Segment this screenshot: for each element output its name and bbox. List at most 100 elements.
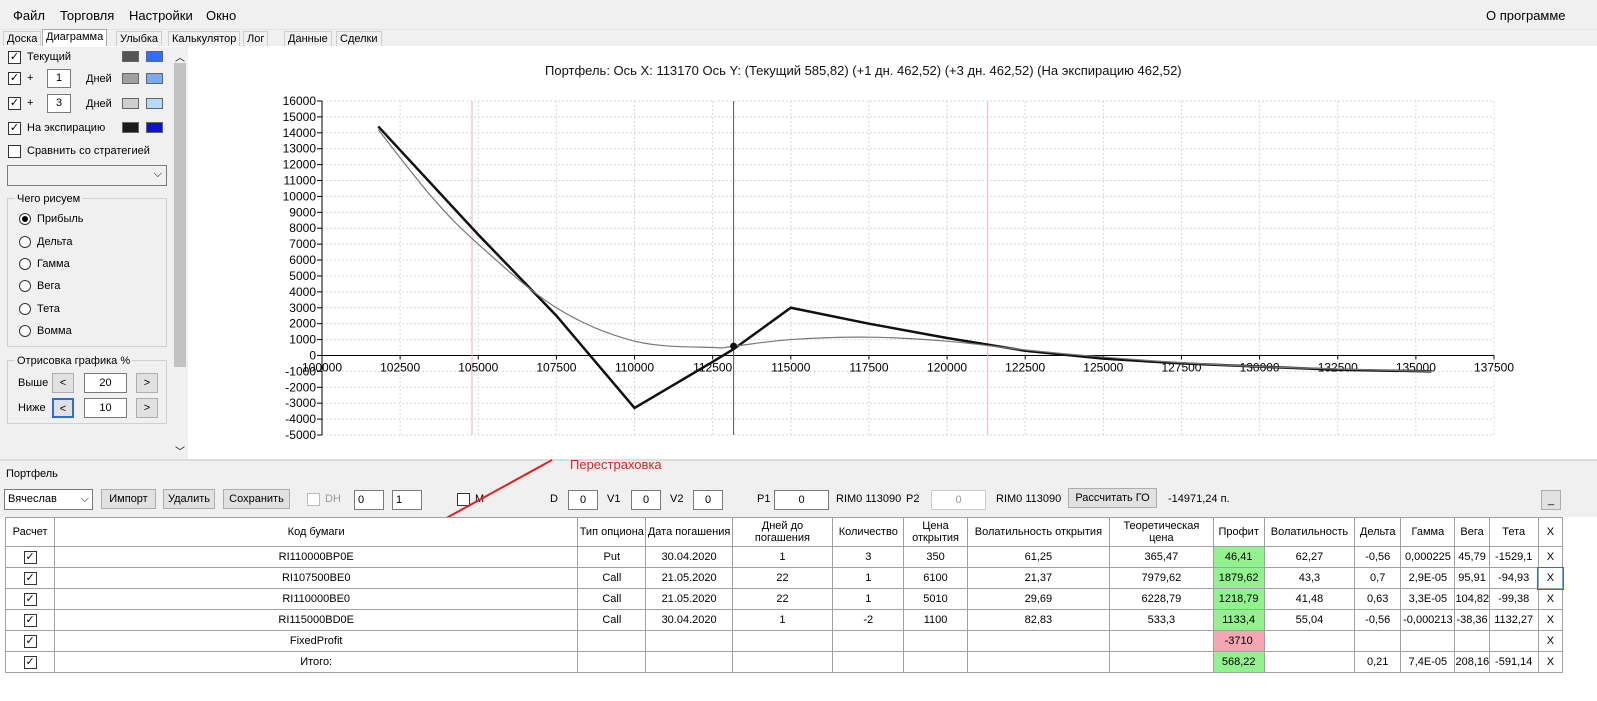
days1-input[interactable]: 1 bbox=[47, 69, 71, 88]
table-cell[interactable]: 3,3E-05 bbox=[1400, 588, 1456, 610]
tab-board[interactable]: Доска bbox=[3, 31, 42, 46]
calc-checkbox-cell[interactable]: ✓ bbox=[4, 546, 56, 568]
scroll-thumb[interactable] bbox=[174, 63, 186, 367]
table-cell[interactable]: 1132,27 bbox=[1488, 609, 1539, 631]
table-cell[interactable]: 533,3 bbox=[1109, 609, 1214, 631]
column-header[interactable]: X bbox=[1537, 517, 1564, 547]
column-header[interactable]: Дата погашения bbox=[645, 517, 733, 547]
calc-checkbox-cell[interactable]: ✓ bbox=[4, 630, 56, 652]
column-header[interactable]: Дельта bbox=[1354, 517, 1402, 547]
table-cell[interactable]: -591,14 bbox=[1488, 651, 1539, 673]
plus3-color-swatch-2[interactable] bbox=[146, 98, 163, 109]
menu-window[interactable]: Окно bbox=[206, 8, 236, 23]
table-cell[interactable]: 45,79 bbox=[1454, 546, 1490, 568]
plus3-checkbox[interactable]: ✓ bbox=[8, 97, 21, 110]
table-cell[interactable]: 2,9E-05 bbox=[1400, 567, 1456, 589]
table-cell[interactable]: 95,91 bbox=[1454, 567, 1490, 589]
table-cell[interactable]: RI110000BP0E bbox=[54, 546, 579, 568]
column-header[interactable]: Дней до погашения bbox=[731, 517, 834, 547]
table-cell[interactable]: 350 bbox=[903, 546, 968, 568]
table-cell[interactable]: Итого: bbox=[54, 651, 579, 673]
p1-input[interactable]: 0 bbox=[774, 490, 829, 510]
column-header[interactable]: Код бумаги bbox=[54, 517, 579, 547]
minimize-button[interactable]: _ bbox=[1541, 490, 1561, 510]
expiry-checkbox[interactable]: ✓ bbox=[8, 122, 21, 135]
table-cell[interactable]: 0,7 bbox=[1354, 567, 1402, 589]
table-cell[interactable]: 1 bbox=[832, 567, 905, 589]
table-cell[interactable]: 1 bbox=[731, 546, 834, 568]
column-header[interactable]: Теоретическая цена bbox=[1109, 517, 1214, 547]
column-header[interactable]: Волатильность bbox=[1263, 517, 1356, 547]
strategy-select[interactable]: ⌵ bbox=[7, 165, 167, 186]
table-cell[interactable] bbox=[966, 651, 1111, 673]
above-decrease-button[interactable]: < bbox=[52, 373, 74, 393]
table-cell[interactable]: 30.04.2020 bbox=[645, 609, 733, 631]
column-header[interactable]: Гамма bbox=[1400, 517, 1456, 547]
v2-input[interactable]: 0 bbox=[693, 490, 723, 510]
table-cell[interactable]: FixedProfit bbox=[54, 630, 579, 652]
table-cell[interactable]: -0,000213 bbox=[1400, 609, 1456, 631]
table-cell[interactable] bbox=[1454, 630, 1490, 652]
table-cell[interactable] bbox=[903, 651, 968, 673]
plus3-color-swatch[interactable] bbox=[122, 98, 139, 109]
table-cell[interactable] bbox=[903, 630, 968, 652]
table-cell[interactable]: 62,27 bbox=[1263, 546, 1356, 568]
expiry-color-swatch[interactable] bbox=[122, 122, 139, 133]
below-input[interactable]: 10 bbox=[84, 398, 127, 418]
remove-row-button[interactable]: X bbox=[1537, 588, 1564, 610]
radio-profit[interactable] bbox=[19, 213, 31, 225]
table-cell[interactable]: 55,04 bbox=[1263, 609, 1356, 631]
radio-gamma[interactable] bbox=[19, 258, 31, 270]
table-cell[interactable] bbox=[577, 651, 647, 673]
table-cell[interactable]: 7,4E-05 bbox=[1400, 651, 1456, 673]
current-checkbox[interactable]: ✓ bbox=[8, 51, 21, 64]
tab-trades[interactable]: Сделки bbox=[336, 31, 382, 46]
tab-calculator[interactable]: Калькулятор bbox=[168, 31, 241, 46]
tab-data[interactable]: Данные bbox=[284, 31, 332, 46]
delete-button[interactable]: Удалить bbox=[163, 489, 215, 509]
calc-checkbox[interactable]: ✓ bbox=[23, 655, 37, 669]
table-cell[interactable]: 22 bbox=[731, 567, 834, 589]
table-cell[interactable]: -94,93 bbox=[1488, 567, 1539, 589]
remove-row-button[interactable]: X bbox=[1537, 651, 1564, 673]
table-cell[interactable]: 1218,79 bbox=[1212, 588, 1265, 610]
calc-checkbox-cell[interactable]: ✓ bbox=[4, 567, 56, 589]
table-cell[interactable]: 365,47 bbox=[1109, 546, 1214, 568]
table-cell[interactable]: Call bbox=[577, 567, 647, 589]
table-cell[interactable] bbox=[1109, 651, 1214, 673]
radio-delta[interactable] bbox=[19, 236, 31, 248]
table-cell[interactable] bbox=[645, 630, 733, 652]
below-increase-button[interactable]: > bbox=[136, 398, 158, 418]
remove-row-button[interactable]: X bbox=[1537, 566, 1564, 590]
table-cell[interactable]: -0,56 bbox=[1354, 609, 1402, 631]
table-cell[interactable]: 41,48 bbox=[1263, 588, 1356, 610]
calc-checkbox[interactable]: ✓ bbox=[23, 613, 37, 627]
current-color-swatch-2[interactable] bbox=[146, 51, 163, 62]
table-cell[interactable]: -3710 bbox=[1212, 630, 1265, 652]
table-cell[interactable]: 1133,4 bbox=[1212, 609, 1265, 631]
remove-row-button[interactable]: X bbox=[1537, 630, 1564, 652]
calc-checkbox-cell[interactable]: ✓ bbox=[4, 588, 56, 610]
above-input[interactable]: 20 bbox=[84, 373, 127, 393]
plus1-checkbox[interactable]: ✓ bbox=[8, 72, 21, 85]
table-cell[interactable]: RI110000BE0 bbox=[54, 588, 579, 610]
column-header[interactable]: Волатильность открытия bbox=[966, 517, 1111, 547]
table-cell[interactable]: 568,22 bbox=[1212, 651, 1265, 673]
tab-smile[interactable]: Улыбка bbox=[116, 31, 163, 46]
table-cell[interactable] bbox=[577, 630, 647, 652]
table-cell[interactable]: 6100 bbox=[903, 567, 968, 589]
above-increase-button[interactable]: > bbox=[136, 373, 158, 393]
p2-input[interactable]: 0 bbox=[931, 490, 986, 510]
table-cell[interactable] bbox=[832, 651, 905, 673]
table-cell[interactable]: 21.05.2020 bbox=[645, 588, 733, 610]
current-color-swatch[interactable] bbox=[122, 51, 139, 62]
left-scrollbar[interactable]: ︿ ﹀ bbox=[172, 47, 188, 459]
remove-row-button[interactable]: X bbox=[1537, 609, 1564, 631]
table-cell[interactable] bbox=[1109, 630, 1214, 652]
table-cell[interactable] bbox=[1263, 651, 1356, 673]
table-cell[interactable]: 61,25 bbox=[966, 546, 1111, 568]
d-input[interactable]: 0 bbox=[568, 490, 598, 510]
calc-checkbox[interactable]: ✓ bbox=[23, 571, 37, 585]
scroll-down-icon[interactable]: ﹀ bbox=[175, 443, 185, 458]
column-header[interactable]: Тип опциона bbox=[577, 517, 647, 547]
